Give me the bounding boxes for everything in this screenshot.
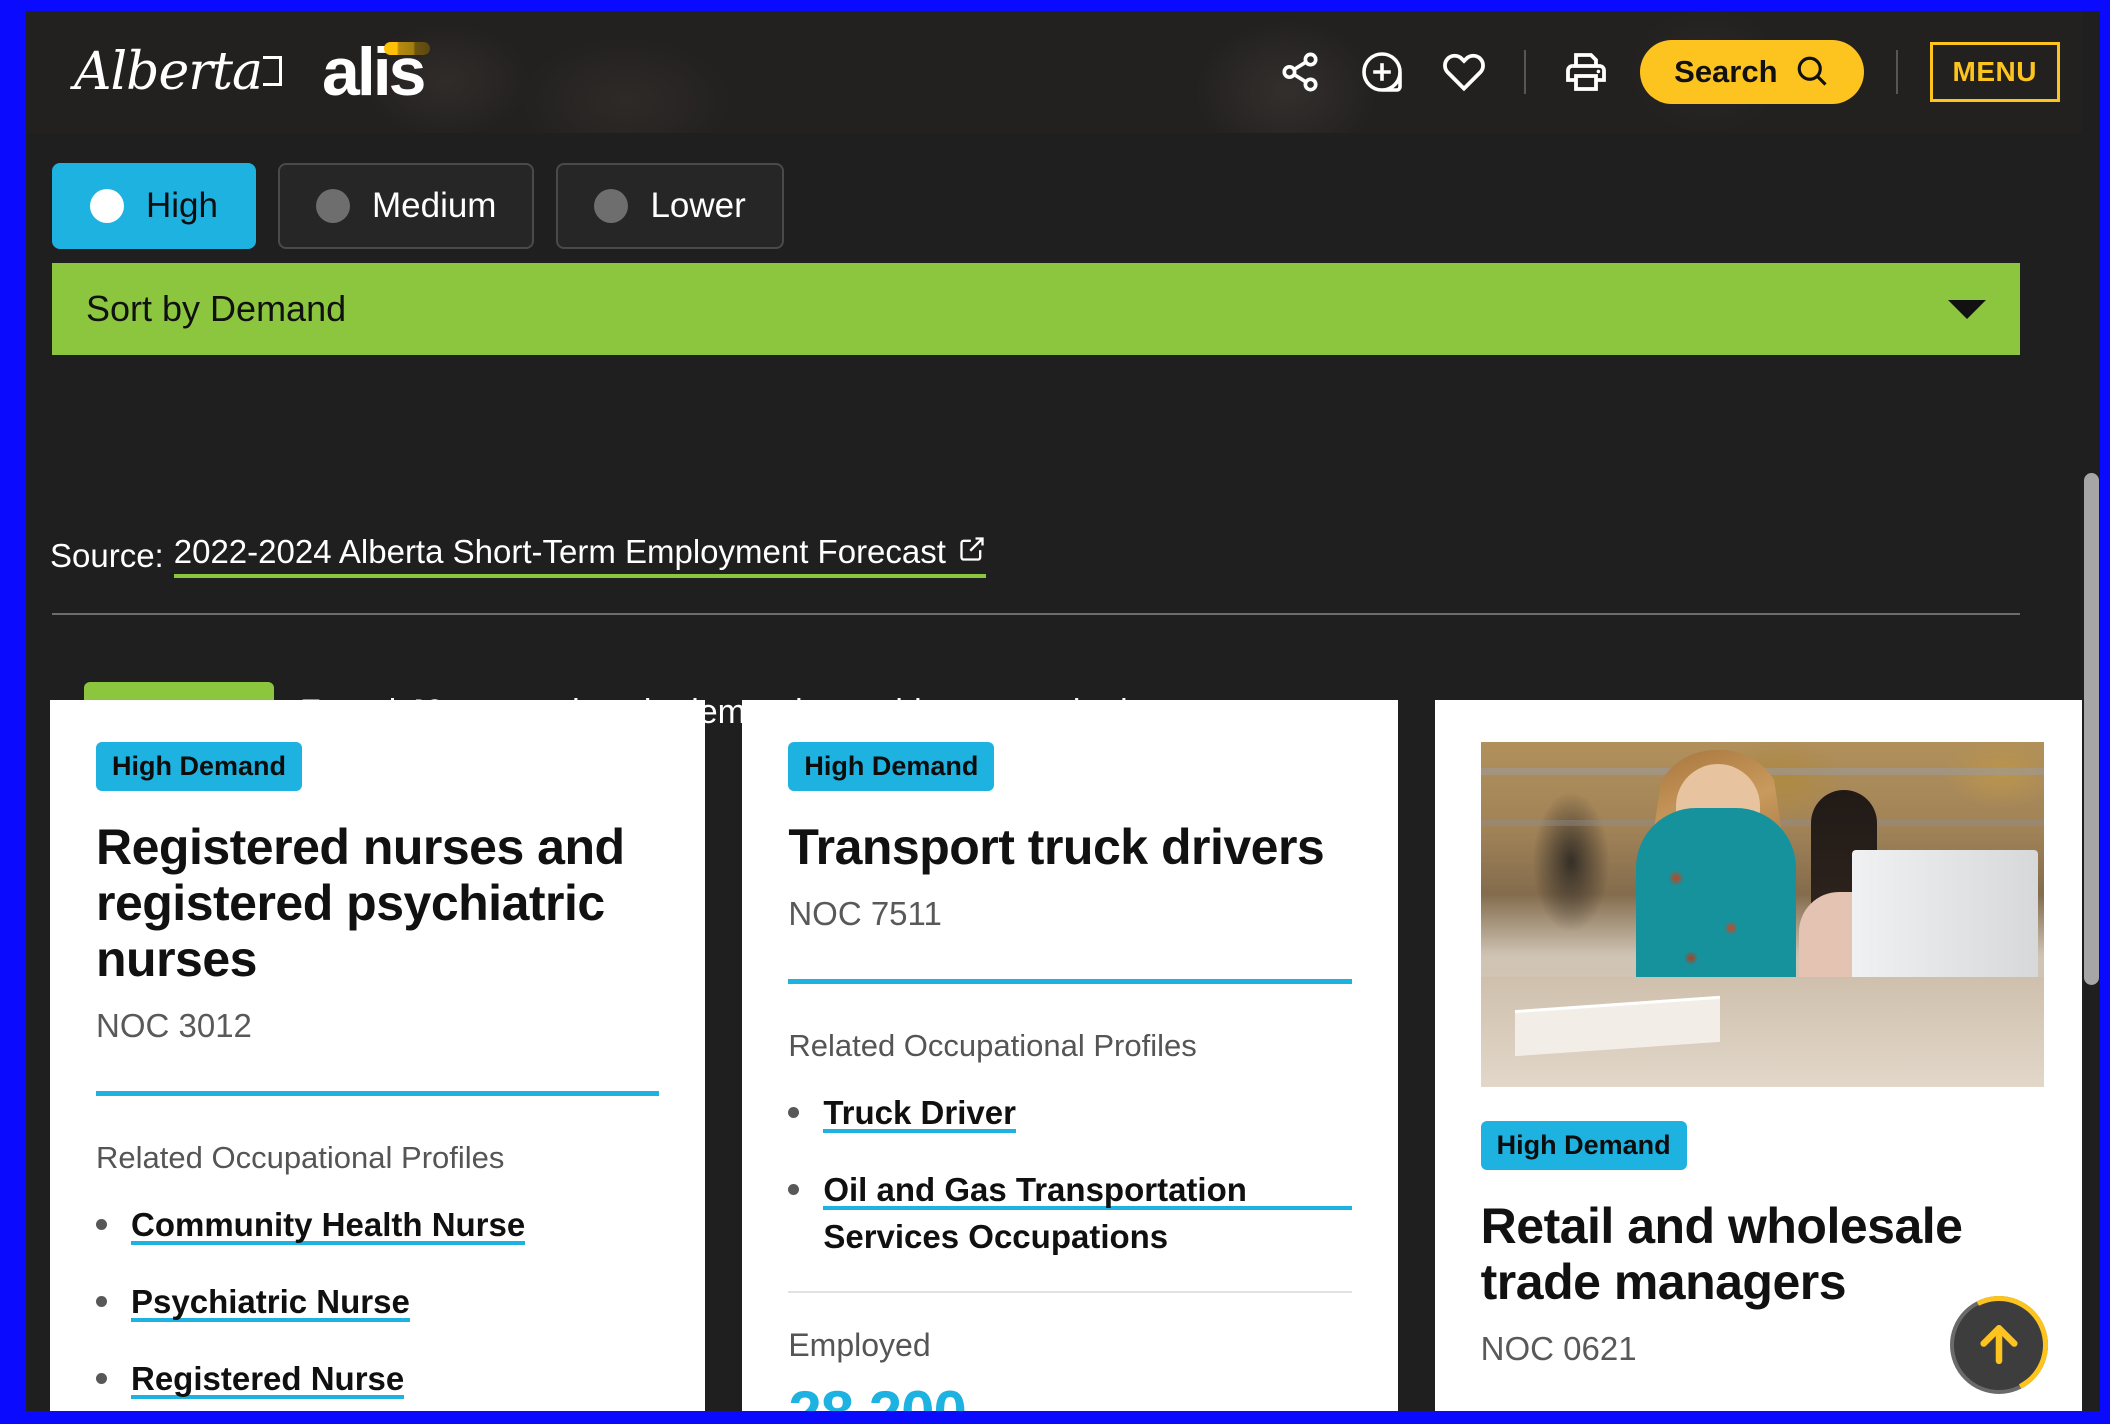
sort-by-select-value: Sort by Demand [86,288,346,330]
heart-icon[interactable] [1436,44,1492,100]
related-profile-link[interactable]: Oil and Gas Transportation Services Occu… [823,1167,1351,1261]
related-profile-link[interactable]: Truck Driver [823,1090,1016,1137]
source-line: Source: 2022-2024 Alberta Short-Term Emp… [50,533,986,578]
page-root: Alberta alis [26,11,2100,1411]
card-accent-rule [788,979,1351,984]
header-divider-2 [1896,50,1898,94]
bullet-icon [788,1184,799,1195]
card-accent-rule [96,1091,659,1096]
site-header: Alberta alis [26,11,2100,133]
browser-viewport-frame: Alberta alis [0,0,2110,1424]
related-profiles-label: Related Occupational Profiles [96,1140,659,1176]
demand-filter-group: High Medium Lower [52,163,784,249]
search-button-label: Search [1674,54,1777,90]
list-item: Truck Driver [788,1090,1351,1137]
radio-indicator-high [90,189,124,223]
section-divider [52,613,2020,615]
list-item: Oil and Gas Transportation Services Occu… [788,1167,1351,1261]
chevron-down-icon [1948,300,1986,319]
demand-tab-lower[interactable]: Lower [556,163,783,249]
related-profiles-list: Community Health Nurse Psychiatric Nurse… [96,1202,659,1411]
demand-badge: High Demand [96,742,302,791]
occupation-noc-code: NOC 3012 [96,1007,659,1045]
occupation-card[interactable]: High Demand Transport truck drivers NOC … [742,700,1397,1411]
add-circle-icon[interactable] [1354,44,1410,100]
list-item: Psychiatric Nurse [96,1279,659,1326]
bullet-icon [788,1107,799,1118]
brand-lockup[interactable]: Alberta alis [74,38,423,106]
arrow-up-icon [1972,1317,2026,1374]
occupation-title: Transport truck drivers [788,819,1351,875]
related-profile-link[interactable]: Psychiatric Nurse [131,1279,410,1326]
sort-by-select[interactable]: Sort by Demand [52,263,2020,355]
occupation-photo [1481,742,2044,1087]
source-forecast-link[interactable]: 2022-2024 Alberta Short-Term Employment … [174,533,986,578]
bullet-icon [96,1373,107,1384]
menu-button-label: MENU [1953,56,2037,88]
occupation-title: Retail and wholesale trade managers [1481,1198,2044,1310]
header-actions: Search MENU [1272,40,2060,104]
search-icon [1794,53,1830,92]
related-profiles-label: Related Occupational Profiles [788,1028,1351,1064]
related-profiles-list: Truck Driver Oil and Gas Transportation … [788,1090,1351,1261]
external-link-icon [958,533,986,571]
demand-tab-high[interactable]: High [52,163,256,249]
demand-tab-lower-label: Lower [650,186,745,226]
occupation-card[interactable]: High Demand Registered nurses and regist… [50,700,705,1411]
filters-and-results-panel: High Medium Lower Sort by Demand Source:… [26,133,2100,703]
menu-button[interactable]: MENU [1930,42,2060,102]
bullet-icon [96,1219,107,1230]
radio-indicator-lower [594,189,628,223]
radio-indicator-medium [316,189,350,223]
related-profile-link[interactable]: Registered Nurse [131,1356,404,1403]
demand-tab-medium[interactable]: Medium [278,163,534,249]
share-icon[interactable] [1272,44,1328,100]
demand-badge: High Demand [1481,1121,1687,1170]
header-divider-1 [1524,50,1526,94]
demand-tab-high-label: High [146,186,218,226]
card-separator [788,1291,1351,1293]
employed-stat-value: 28,200 [788,1378,1351,1411]
alis-logo[interactable]: alis [322,38,423,106]
print-icon[interactable] [1558,44,1614,100]
employed-stat-label: Employed [788,1327,1351,1364]
source-prefix-label: Source: [50,537,164,575]
scroll-to-top-button[interactable] [1950,1296,2048,1394]
occupation-noc-code: NOC 7511 [788,895,1351,933]
alberta-logo[interactable]: Alberta [74,42,282,102]
list-item: Registered Nurse [96,1356,659,1403]
demand-badge: High Demand [788,742,994,791]
alis-accent-bar [384,42,430,55]
bullet-icon [96,1296,107,1307]
list-item: Community Health Nurse [96,1202,659,1249]
related-profile-link[interactable]: Community Health Nurse [131,1202,525,1249]
demand-tab-medium-label: Medium [372,186,496,226]
occupation-cards-grid: High Demand Registered nurses and regist… [50,700,2090,1411]
page-scrollbar-thumb[interactable] [2084,473,2099,985]
occupation-title: Registered nurses and registered psychia… [96,819,659,987]
source-link-label: 2022-2024 Alberta Short-Term Employment … [174,533,946,571]
search-button[interactable]: Search [1640,40,1863,104]
